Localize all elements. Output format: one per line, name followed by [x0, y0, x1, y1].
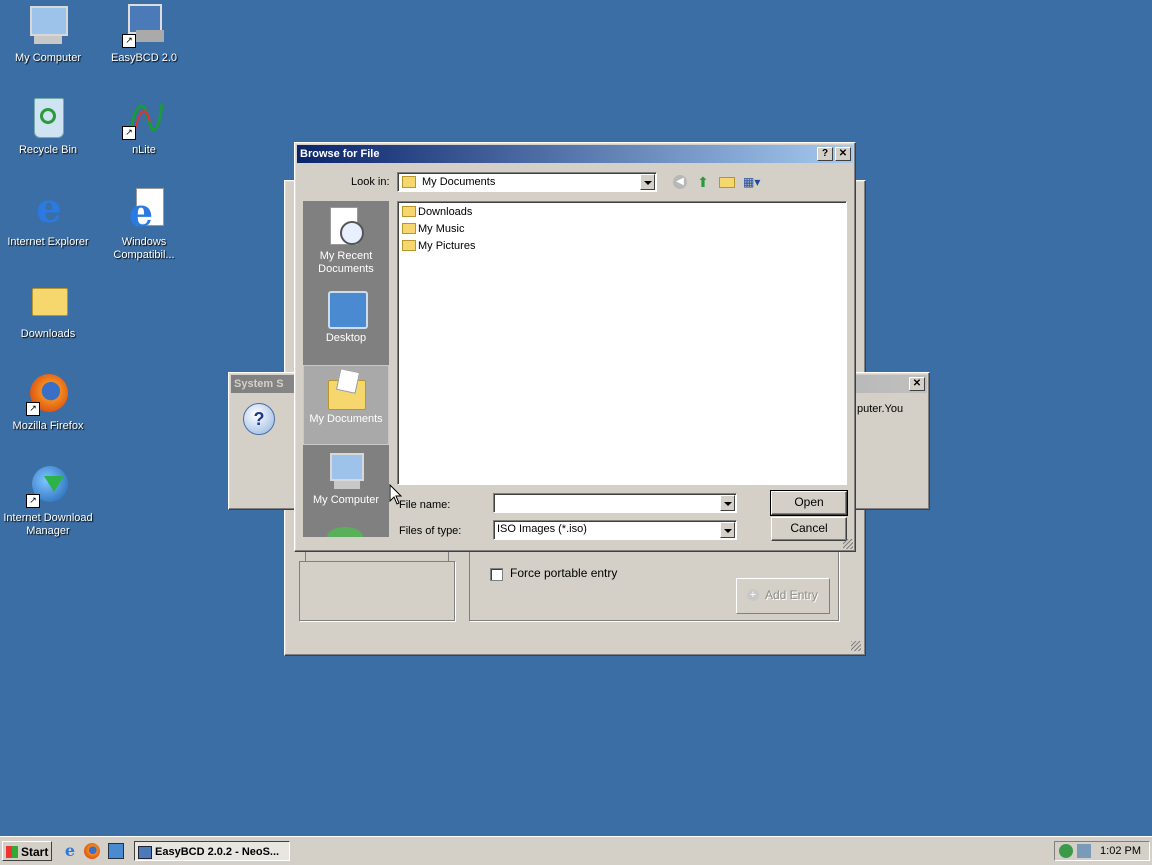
look-in-label: Look in: — [351, 176, 390, 188]
chevron-down-icon[interactable] — [640, 174, 655, 190]
chevron-down-icon[interactable] — [720, 522, 735, 538]
nlite-icon: ↗ — [122, 96, 166, 140]
my-documents-icon — [326, 368, 366, 410]
look-in-dropdown[interactable]: My Documents — [397, 172, 657, 192]
add-icon: + — [747, 589, 759, 601]
desktop-icon — [326, 289, 368, 329]
my-computer-icon — [26, 4, 70, 48]
close-button[interactable]: ✕ — [835, 147, 851, 161]
network-places-icon[interactable] — [327, 527, 363, 537]
system-dialog-text: puter.You — [857, 403, 904, 415]
tray-network-icon[interactable] — [1059, 844, 1073, 858]
quicklaunch-ie-icon[interactable]: e — [62, 843, 78, 859]
system-dialog-close-icon[interactable]: ✕ — [909, 377, 925, 391]
desktop-icon-internet-explorer[interactable]: e Internet Explorer — [0, 188, 96, 249]
mouse-cursor — [389, 483, 403, 509]
folder-icon — [402, 206, 416, 217]
recent-documents-icon — [326, 207, 366, 247]
my-computer-icon — [326, 451, 366, 491]
open-button[interactable]: Open — [770, 490, 848, 516]
internet-explorer-icon: e — [36, 185, 62, 232]
back-icon[interactable]: ◀ — [673, 175, 687, 189]
pictures-folder-icon — [402, 240, 416, 251]
easybcd-left-subpanel — [305, 551, 449, 562]
windows-logo-icon — [6, 846, 18, 858]
places-bar: My Recent Documents Desktop My Documents… — [303, 201, 389, 537]
folder-icon — [26, 280, 70, 324]
add-entry-button[interactable]: + Add Entry — [736, 578, 830, 614]
idm-icon: ↗ — [26, 464, 70, 508]
recycle-bin-icon — [26, 96, 70, 140]
view-menu-icon[interactable]: ▦▾ — [743, 175, 767, 189]
resize-grip[interactable] — [851, 641, 861, 651]
desktop-icon-idm[interactable]: ↗ Internet Download Manager — [0, 464, 96, 538]
new-folder-icon[interactable] — [719, 177, 735, 188]
easybcd-left-panel — [299, 561, 455, 621]
browse-dialog: Browse for File ? ✕ Look in: My Document… — [294, 142, 856, 552]
desktop-icon-firefox[interactable]: ↗ Mozilla Firefox — [0, 372, 96, 433]
tray-volume-icon[interactable] — [1077, 844, 1091, 858]
desktop-icon-my-computer[interactable]: My Computer — [0, 4, 96, 65]
place-my-documents[interactable]: My Documents — [303, 365, 389, 445]
my-documents-small-icon — [402, 176, 416, 188]
list-item[interactable]: Downloads — [402, 204, 472, 220]
resize-grip[interactable] — [843, 539, 853, 549]
easybcd-icon: ↗ — [122, 4, 166, 48]
file-name-label: File name: — [399, 499, 451, 511]
desktop-icon-easybcd[interactable]: ↗ EasyBCD 2.0 — [96, 4, 192, 65]
question-icon: ? — [243, 403, 275, 435]
easybcd-small-icon — [138, 846, 152, 859]
help-button[interactable]: ? — [817, 147, 833, 161]
windows-compat-icon: e — [122, 188, 166, 232]
place-desktop[interactable]: Desktop — [303, 285, 389, 345]
file-name-input[interactable] — [493, 493, 737, 513]
up-folder-icon[interactable]: ⬆ — [695, 174, 711, 190]
file-type-dropdown[interactable]: ISO Images (*.iso) — [493, 520, 737, 540]
desktop-icon-nlite[interactable]: ↗ nLite — [96, 96, 192, 157]
quicklaunch-firefox-icon[interactable] — [84, 843, 100, 859]
desktop-icon-recycle-bin[interactable]: Recycle Bin — [0, 96, 96, 157]
place-my-computer[interactable]: My Computer — [303, 447, 389, 507]
system-dialog-title: System S — [234, 378, 284, 390]
browse-dialog-title: Browse for File — [300, 148, 380, 160]
desktop-icon-downloads[interactable]: Downloads — [0, 280, 96, 341]
music-folder-icon — [402, 223, 416, 234]
file-list[interactable]: Downloads My Music My Pictures — [397, 201, 847, 485]
place-my-recent-documents[interactable]: My Recent Documents — [303, 203, 389, 276]
taskbar: Start e EasyBCD 2.0.2 - NeoS... 1:02 PM — [0, 836, 1152, 865]
file-type-label: Files of type: — [399, 525, 462, 537]
cancel-button[interactable]: Cancel — [771, 517, 847, 541]
list-item[interactable]: My Pictures — [402, 238, 475, 254]
list-item[interactable]: My Music — [402, 221, 464, 237]
force-portable-checkbox[interactable] — [490, 568, 503, 581]
easybcd-right-panel: Force portable entry + Add Entry — [469, 551, 839, 621]
firefox-icon: ↗ — [26, 372, 70, 416]
start-button[interactable]: Start — [2, 841, 52, 861]
desktop-icon-windows-compat[interactable]: e Windows Compatibil... — [96, 188, 192, 262]
force-portable-label: Force portable entry — [510, 566, 618, 580]
chevron-down-icon[interactable] — [720, 495, 735, 511]
task-easybcd[interactable]: EasyBCD 2.0.2 - NeoS... — [134, 841, 290, 861]
system-tray: 1:02 PM — [1054, 841, 1150, 861]
clock[interactable]: 1:02 PM — [1100, 842, 1141, 860]
browse-dialog-titlebar: Browse for File ? ✕ — [297, 145, 853, 163]
quicklaunch-desktop-icon[interactable] — [108, 843, 124, 859]
